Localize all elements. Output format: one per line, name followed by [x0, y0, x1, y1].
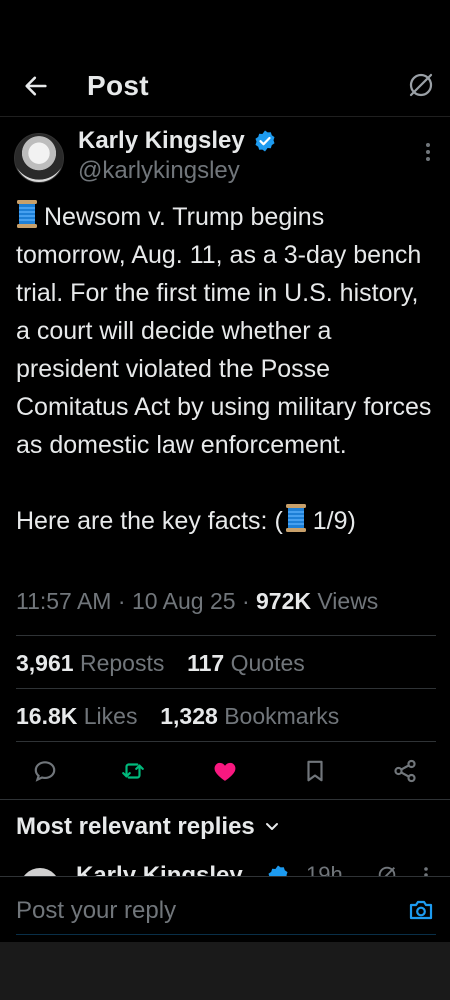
- action-bar: [0, 752, 450, 792]
- author-handle[interactable]: @karlykingsley: [78, 157, 240, 185]
- author-name-row: Karly Kingsley: [78, 127, 277, 155]
- reply-author-name: Karly Kingsley: [76, 862, 243, 876]
- tweet-text: Newsom v. Trump begins tomorrow, Aug. 11…: [16, 198, 436, 540]
- divider: [16, 741, 436, 742]
- share-icon[interactable]: [392, 758, 418, 784]
- divider: [16, 688, 436, 689]
- tweet-paragraph-1-text: Newsom v. Trump begins tomorrow, Aug. 11…: [16, 203, 439, 459]
- page-title: Post: [87, 70, 149, 101]
- quotes-label: Quotes: [230, 650, 305, 676]
- reply-preview[interactable]: Karly Kingsley 19h: [0, 862, 450, 876]
- reposts-stat[interactable]: 3,961 Reposts: [16, 650, 164, 676]
- reply-underline: [16, 934, 436, 935]
- bookmarks-label: Bookmarks: [224, 703, 340, 729]
- meta-dot: ·: [117, 588, 132, 614]
- replies-sort-toggle[interactable]: Most relevant replies: [16, 813, 279, 841]
- stats-row-1: 3,961 Reposts 117 Quotes: [16, 650, 305, 677]
- tweet-paragraph-1: Newsom v. Trump begins tomorrow, Aug. 11…: [16, 198, 436, 464]
- avatar[interactable]: [20, 868, 60, 876]
- stats-row-2: 16.8K Likes 1,328 Bookmarks: [16, 703, 339, 730]
- likes-label: Likes: [83, 703, 138, 729]
- grok-icon[interactable]: [406, 70, 436, 100]
- more-options-icon[interactable]: [422, 866, 430, 876]
- grok-icon[interactable]: [376, 864, 398, 876]
- reposts-count: 3,961: [16, 650, 74, 676]
- quotes-stat[interactable]: 117 Quotes: [187, 650, 305, 676]
- tweet-time[interactable]: 11:57 AM: [16, 588, 111, 614]
- replies-heading: Most relevant replies: [16, 813, 255, 840]
- repost-icon[interactable]: [120, 758, 146, 784]
- views-count[interactable]: 972K: [256, 588, 311, 614]
- verified-badge-icon: [255, 130, 275, 152]
- tweet-paragraph-2-suffix: 1/9): [312, 507, 356, 535]
- back-arrow-icon[interactable]: [22, 72, 50, 100]
- author-name[interactable]: Karly Kingsley: [78, 127, 245, 155]
- likes-stat[interactable]: 16.8K Likes: [16, 703, 137, 729]
- reposts-label: Reposts: [79, 650, 165, 676]
- views-label: Views: [317, 588, 379, 614]
- quotes-count: 117: [187, 650, 225, 676]
- divider: [0, 876, 450, 877]
- chevron-down-icon: [265, 823, 278, 830]
- author-block: Karly Kingsley @karlykingsley: [0, 125, 450, 195]
- tweet-paragraph-2: Here are the key facts: ( 1/9): [16, 502, 436, 540]
- thread-spool-icon: [17, 200, 37, 228]
- meta-dot: ·: [241, 588, 256, 614]
- bookmarks-count: 1,328: [160, 703, 218, 729]
- thread-spool-icon: [285, 504, 306, 532]
- camera-icon[interactable]: [408, 898, 434, 922]
- likes-count: 16.8K: [16, 703, 78, 729]
- tweet-meta: 11:57 AM · 10 Aug 25 · 972K Views: [16, 588, 378, 615]
- tweet-paragraph-2-prefix: Here are the key facts: (: [16, 507, 283, 535]
- header-divider: [0, 116, 450, 117]
- reply-composer: [0, 878, 450, 942]
- bookmark-icon[interactable]: [302, 758, 328, 784]
- divider: [16, 635, 436, 636]
- like-icon[interactable]: [212, 758, 238, 784]
- avatar[interactable]: [14, 133, 64, 183]
- reply-time: 19h: [306, 862, 343, 876]
- reply-icon[interactable]: [32, 758, 58, 784]
- more-options-icon[interactable]: [424, 141, 432, 163]
- reply-input[interactable]: [16, 894, 386, 928]
- top-header: Post: [0, 58, 450, 114]
- system-navigation-bar: [0, 942, 450, 1000]
- verified-badge-icon: [268, 865, 288, 876]
- divider: [0, 799, 450, 800]
- status-bar: [0, 0, 450, 50]
- bookmarks-stat[interactable]: 1,328 Bookmarks: [160, 703, 339, 729]
- tweet-date[interactable]: 10 Aug 25: [132, 588, 236, 614]
